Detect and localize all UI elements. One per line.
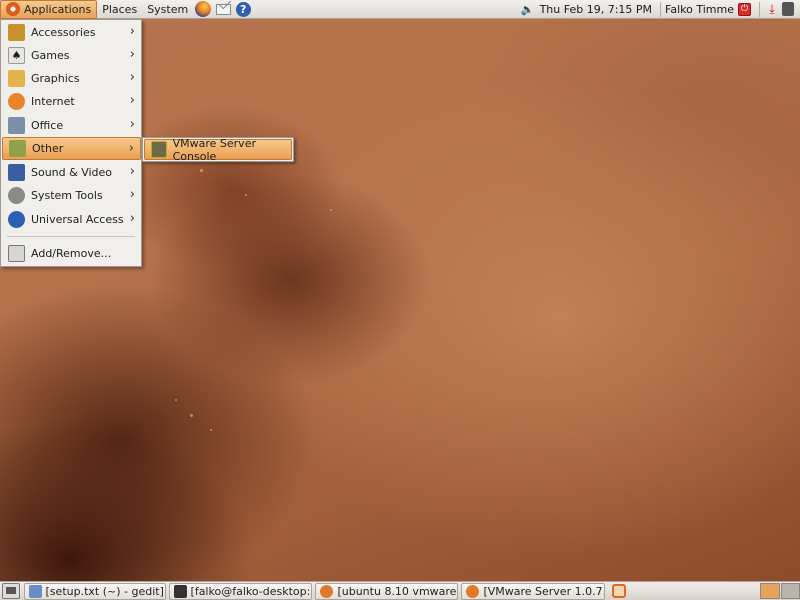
internet-icon [8,93,25,110]
top-panel-tray: 🔈 Thu Feb 19, 7:15 PM Falko Timme ⏻ ⤓ [520,0,800,19]
help-icon: ? [235,1,251,17]
menu-item-universal-access[interactable]: Universal Access › [2,208,141,231]
submenu-arrow-icon: › [129,70,135,85]
system-menu-label: System [147,2,189,16]
clock[interactable]: Thu Feb 19, 7:15 PM [540,3,652,16]
applications-menu-label: Applications [24,2,92,16]
submenu-arrow-icon: › [129,47,135,62]
add-remove-icon [8,245,25,262]
taskbar-item-label: [setup.txt (~) - gedit] [45,584,164,598]
wallpaper-speck [190,414,193,417]
menu-separator [7,236,135,237]
menu-item-office[interactable]: Office › [2,114,141,137]
menu-item-label: Sound & Video [31,166,113,179]
panel-separator [759,1,760,17]
system-tools-icon [8,187,25,204]
ubuntu-logo-icon [6,2,20,16]
workspace-1[interactable] [760,583,780,599]
menu-item-system-tools[interactable]: System Tools › [2,184,141,207]
places-menu[interactable]: Places [97,0,142,19]
menu-item-label: Add/Remove... [31,247,112,260]
firefox-icon [466,584,480,598]
submenu-arrow-icon: › [129,93,135,108]
menu-item-label: VMware Server Console [172,136,256,163]
menu-item-other[interactable]: Other › [2,137,141,160]
menu-item-label: Office [31,119,64,132]
other-submenu: VMware Server Console [142,136,294,163]
system-menu[interactable]: System [142,0,193,19]
mail-launcher[interactable] [214,0,232,18]
menu-item-label: Universal Access [31,213,124,226]
applications-dropdown: Accessories › ♠ Games › Graphics › Inter… [0,19,142,267]
graphics-icon [8,70,25,87]
top-panel: Applications Places System ? 🔈 Thu Feb 1… [0,0,800,19]
submenu-arrow-icon: › [129,117,135,132]
menu-item-label: Graphics [31,72,80,85]
submenu-arrow-icon: › [129,164,135,179]
taskbar-item-label: [falko@falko-desktop:... [190,584,313,598]
menu-item-add-remove[interactable]: Add/Remove... [2,242,141,265]
submenu-arrow-icon: › [129,24,135,39]
firefox-launcher[interactable] [194,0,212,18]
menu-item-label: Other [32,142,64,155]
user-name[interactable]: Falko Timme [665,3,734,16]
network-icon[interactable]: ⤓ [764,1,780,17]
mail-icon [215,3,231,15]
other-icon [9,140,26,157]
wallpaper-speck [210,429,212,431]
firefox-icon [195,1,212,17]
workspace-2[interactable] [780,583,800,599]
office-icon [8,117,25,134]
wallpaper-speck [175,399,177,401]
menu-item-label: Games [31,49,70,62]
power-icon[interactable]: ⏻ [738,2,751,16]
menu-item-accessories[interactable]: Accessories › [2,21,141,44]
wallpaper-speck [330,209,332,211]
menu-item-games[interactable]: ♠ Games › [2,44,141,67]
menu-item-internet[interactable]: Internet › [2,90,141,113]
help-launcher[interactable]: ? [234,0,252,18]
tray-applet-icon[interactable] [782,2,794,16]
submenu-arrow-icon: › [128,141,134,156]
places-menu-label: Places [102,2,138,16]
universal-access-icon [8,211,25,228]
submenu-arrow-icon: › [129,187,135,202]
terminal-icon [173,584,187,598]
menu-item-sound-video[interactable]: Sound & Video › [2,161,141,184]
taskbar-item-firefox-ubuntu[interactable]: [ubuntu 8.10 vmware... [315,582,459,600]
menu-item-vmware-server-console[interactable]: VMware Server Console [144,136,292,163]
lock-icon[interactable] [612,584,627,598]
bottom-panel: [setup.txt (~) - gedit] [falko@falko-des… [0,581,800,600]
menu-item-label: Internet [31,95,75,108]
submenu-arrow-icon: › [129,211,135,226]
vmware-icon [151,141,167,158]
accessories-icon [8,24,25,41]
volume-icon[interactable]: 🔈 [520,2,536,16]
taskbar-item-firefox-vmware[interactable]: [VMware Server 1.0.7... [461,582,606,600]
wallpaper-speck [245,194,247,196]
menu-item-graphics[interactable]: Graphics › [2,67,141,90]
applications-menu[interactable]: Applications [0,0,98,19]
show-desktop-button[interactable] [2,583,20,599]
games-icon: ♠ [8,47,25,64]
taskbar-item-label: [VMware Server 1.0.7... [483,584,606,598]
sound-video-icon [8,164,25,181]
wallpaper-speck [200,169,203,172]
gedit-icon [28,584,42,598]
taskbar-item-label: [ubuntu 8.10 vmware... [337,584,459,598]
firefox-icon [320,584,334,598]
menu-item-label: System Tools [31,189,103,202]
taskbar-item-gedit[interactable]: [setup.txt (~) - gedit] [23,582,166,600]
menu-item-label: Accessories [31,26,96,39]
taskbar-item-terminal[interactable]: [falko@falko-desktop:... [168,582,313,600]
panel-separator [660,1,662,17]
